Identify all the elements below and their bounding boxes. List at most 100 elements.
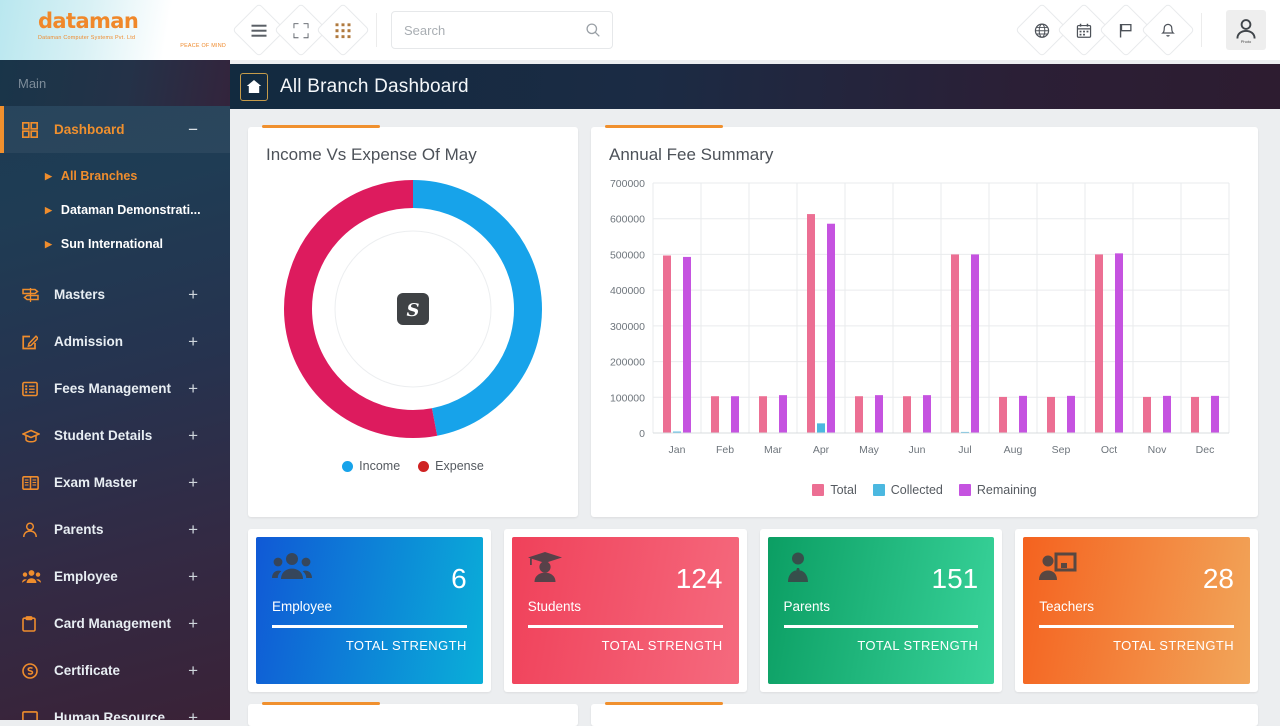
bar-nov-remaining[interactable] [1163,395,1171,433]
sidebar-subitem-dataman-demonstration[interactable]: ▶ Dataman Demonstrati... [0,193,230,227]
bottom-card-left[interactable] [248,702,578,726]
sidebar-toggle-certificate[interactable]: + [188,661,198,681]
caret-right-icon: ▶ [45,204,52,215]
bar-jun-total[interactable] [903,396,911,433]
bar-aug-remaining[interactable] [1019,395,1027,433]
legend-label-collected: Collected [890,483,943,497]
home-icon [246,80,262,93]
stat-value: 28 [1202,563,1234,594]
sidebar-toggle-card[interactable]: + [188,614,198,634]
sidebar-item-human-resource[interactable]: Human Resource + [0,694,230,720]
bar-mar-remaining[interactable] [779,395,787,433]
bar-sep-remaining[interactable] [1067,395,1075,433]
bar-jan-total[interactable] [663,255,671,434]
donut-slice-income[interactable] [412,180,542,436]
bar-jan-remaining[interactable] [683,256,691,433]
sidebar-toggle-admission[interactable]: + [188,332,198,352]
sidebar-item-label: Fees Management [54,381,172,396]
bar-chart-group[interactable]: 0 100000 200000 300000 400000 500000 600000 700… [610,178,1230,456]
sidebar-toggle-dashboard[interactable]: − [188,120,198,140]
bar-feb-total[interactable] [711,396,719,433]
sidebar-item-certificate[interactable]: Certificate + [0,647,230,694]
stat-card-students[interactable]: 124 Students TOTAL STRENGTH [511,537,739,684]
search-input[interactable] [404,22,586,38]
sidebar-item-card-management[interactable]: Card Management + [0,600,230,647]
sidebar-item-label: Student Details [54,428,153,443]
search-box[interactable] [391,11,613,49]
bar-apr-collected[interactable] [817,423,825,433]
x-axis-tick-label: Feb [716,444,734,456]
bar-jul-total[interactable] [951,254,959,433]
legend-income[interactable]: Income [342,459,400,473]
bar-feb-remaining[interactable] [731,396,739,433]
sidebar-toggle-student[interactable]: + [188,426,198,446]
sidebar-item-employee[interactable]: Employee + [0,553,230,600]
sidebar-subitem-label: All Branches [60,169,138,183]
sidebar-toggle-masters[interactable]: + [188,285,198,305]
person-icon [22,522,44,538]
sidebar-item-fees-management[interactable]: Fees Management + [0,365,230,412]
brand-logo[interactable]: dataman Dataman Computer Systems Pvt. Lt… [0,0,230,60]
open-book-icon [22,475,44,491]
bar-chart-svg[interactable]: 0 100000 200000 300000 400000 500000 600000 700… [595,171,1235,476]
annual-fee-summary-card: Annual Fee Summary 0 100000 200000 300000 40… [591,125,1258,517]
page-title: All Branch Dashboard [280,75,469,97]
sidebar-item-exam-master[interactable]: Exam Master + [0,459,230,506]
graduation-cap-icon [527,552,562,587]
stat-card-employee[interactable]: 6 Employee TOTAL STRENGTH [256,537,483,684]
hamburger-icon [251,24,267,36]
stat-card-parents-holder: 151 Parents TOTAL STRENGTH [759,529,1003,692]
sidebar-item-dashboard[interactable]: Dashboard − [0,106,230,153]
caret-right-icon: ▶ [45,238,52,249]
user-avatar[interactable]: Photo [1226,10,1266,50]
apps-grid-button[interactable] [316,3,370,57]
sidebar-toggle-parents[interactable]: + [188,520,198,540]
bar-apr-remaining[interactable] [827,223,835,433]
notifications-button[interactable] [1141,3,1195,57]
sidebar-item-masters[interactable]: Masters + [0,271,230,318]
sidebar-toggle-exam[interactable]: + [188,473,198,493]
bar-may-remaining[interactable] [875,395,883,433]
bar-mar-total[interactable] [759,396,767,433]
bar-nov-total[interactable] [1143,396,1151,433]
donut-slices[interactable]: S [284,180,542,438]
sidebar-toggle-fees[interactable]: + [188,379,198,399]
sidebar-toggle-employee[interactable]: + [188,567,198,587]
bar-chart-title: Annual Fee Summary [609,145,774,164]
donut-chart-svg[interactable]: S [273,169,553,449]
person-tie-icon [784,552,812,587]
legend-collected[interactable]: Collected [872,483,943,497]
sidebar-submenu-dashboard: ▶ All Branches ▶ Dataman Demonstrati... … [0,153,230,271]
stat-card-parents[interactable]: 151 Parents TOTAL STRENGTH [767,537,995,684]
donut-chart[interactable]: S [248,169,578,449]
bar-sep-total[interactable] [1047,396,1055,433]
legend-remaining[interactable]: Remaining [958,483,1037,497]
sidebar-toggle-hr[interactable]: + [188,708,198,721]
sidebar-subitem-label: Dataman Demonstrati... [60,203,201,217]
bar-dec-remaining[interactable] [1211,395,1219,433]
sidebar-item-student-details[interactable]: Student Details + [0,412,230,459]
bar-jul-remaining[interactable] [971,254,979,433]
stat-footer: TOTAL STRENGTH [857,638,979,653]
bar-oct-total[interactable] [1095,254,1103,433]
sidebar-subitem-sun-international[interactable]: ▶ Sun International [0,227,230,261]
search-icon[interactable] [586,23,600,37]
dashboard-content: Income Vs Expense Of May S Income Expens… [230,109,1280,726]
stat-value: 124 [675,563,723,594]
legend-total[interactable]: Total [812,483,857,497]
bar-aug-total[interactable] [999,396,1007,433]
bottom-card-right[interactable] [591,702,1258,726]
bar-dec-total[interactable] [1191,396,1199,433]
bar-jun-remaining[interactable] [923,395,931,433]
donut-center-badge-text: S [407,300,420,321]
stat-card-teachers[interactable]: 28 Teachers TOTAL STRENGTH [1023,537,1250,684]
bar-may-total[interactable] [855,396,863,433]
home-button[interactable] [240,72,268,101]
bar-apr-total[interactable] [807,214,815,433]
sidebar-item-admission[interactable]: Admission + [0,318,230,365]
legend-expense[interactable]: Expense [418,459,484,473]
sidebar-item-parents[interactable]: Parents + [0,506,230,553]
sidebar-subitem-all-branches[interactable]: ▶ All Branches [0,159,230,193]
bar-oct-remaining[interactable] [1115,253,1123,433]
stat-cards-row: 6 Employee TOTAL STRENGTH 124 Students T… [248,529,1258,692]
